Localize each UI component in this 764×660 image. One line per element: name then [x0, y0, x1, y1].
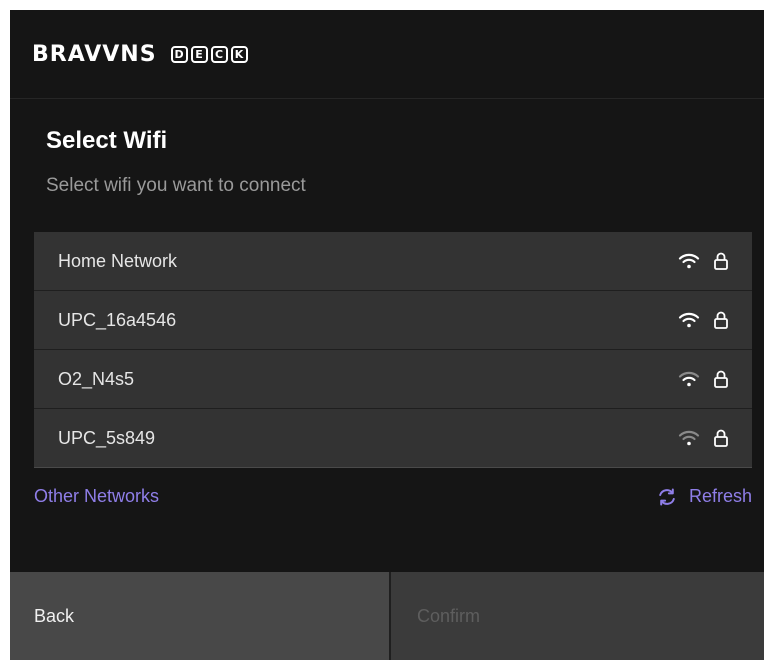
- page-subtitle: Select wifi you want to connect: [46, 175, 306, 196]
- refresh-label: Refresh: [688, 486, 752, 506]
- wifi-name: O2_N4s5: [58, 368, 135, 389]
- brand-wordmark: BRAVVNS: [32, 41, 157, 67]
- brand-logo: BRAVVNS D E C K: [32, 42, 248, 67]
- wifi-list: Home Network UPC_16a4546 O2_N4s5 UPC_5s8…: [34, 232, 752, 468]
- wifi-status-icons: [678, 429, 728, 447]
- deck-letter-e: E: [190, 45, 208, 63]
- wifi-name: UPC_5s849: [58, 427, 156, 448]
- wifi-icon: [678, 430, 700, 446]
- deck-letter-k: K: [230, 45, 248, 63]
- lock-icon: [714, 370, 728, 388]
- lock-icon: [714, 429, 728, 447]
- deck-letter-d: D: [170, 45, 188, 63]
- wifi-item-upc-5s849[interactable]: UPC_5s849: [34, 409, 752, 468]
- wifi-status-icons: [678, 252, 728, 270]
- wifi-setup-screen: BRAVVNS D E C K Select Wifi Select wifi …: [10, 10, 764, 660]
- lock-icon: [714, 311, 728, 329]
- wifi-icon: [678, 312, 700, 328]
- back-button[interactable]: Back: [10, 572, 391, 660]
- wifi-item-o2-n4s5[interactable]: O2_N4s5: [34, 350, 752, 409]
- refresh-button[interactable]: Refresh: [657, 486, 752, 507]
- confirm-button[interactable]: Confirm: [391, 572, 764, 660]
- lock-icon: [714, 252, 728, 270]
- back-button-label: Back: [34, 605, 75, 626]
- wifi-item-home-network[interactable]: Home Network: [34, 232, 752, 291]
- wifi-item-upc-16a4546[interactable]: UPC_16a4546: [34, 291, 752, 350]
- page-title: Select Wifi: [46, 127, 168, 154]
- deck-letter-c: C: [210, 45, 228, 63]
- other-networks-link[interactable]: Other Networks: [34, 486, 159, 507]
- wifi-name: UPC_16a4546: [58, 309, 177, 330]
- confirm-button-label: Confirm: [417, 605, 481, 626]
- wifi-name: Home Network: [58, 250, 178, 271]
- wifi-icon: [678, 253, 700, 269]
- deck-badge: D E C K: [170, 45, 248, 63]
- footer-actions: Back Confirm: [10, 572, 764, 660]
- wifi-actions: Other Networks Refresh: [34, 486, 752, 507]
- wifi-status-icons: [678, 311, 728, 329]
- wifi-status-icons: [678, 370, 728, 388]
- header: BRAVVNS D E C K: [10, 10, 764, 99]
- wifi-icon: [678, 371, 700, 387]
- refresh-icon: [659, 488, 675, 505]
